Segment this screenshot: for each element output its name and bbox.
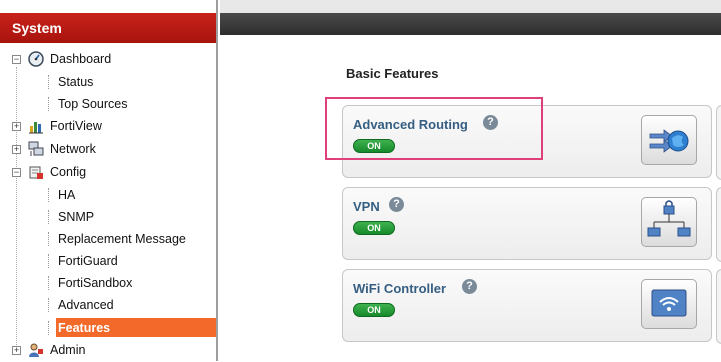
sidebar-item-label: FortiGuard (58, 254, 118, 268)
feature-toggle[interactable]: ON (353, 303, 395, 317)
help-icon[interactable]: ? (462, 279, 477, 294)
tree-connector (48, 276, 51, 290)
next-card-edge (716, 269, 721, 344)
sidebar-item-label: Status (58, 75, 94, 89)
tree-connector (48, 232, 51, 246)
top-strip (220, 0, 721, 13)
sidebar-item-label: Dashboard (50, 52, 112, 66)
sidebar-item-label: SNMP (58, 210, 95, 224)
expand-icon[interactable]: + (12, 122, 21, 131)
network-icon (28, 141, 44, 156)
sidebar-item-admin[interactable]: + Admin (0, 340, 216, 362)
feature-name: VPN (353, 199, 380, 214)
sidebar-item-fortisandbox[interactable]: FortiSandbox (0, 273, 216, 295)
help-icon[interactable]: ? (389, 197, 404, 212)
sidebar-item-fortiguard[interactable]: FortiGuard (0, 251, 216, 273)
annotation-highlight-box (325, 97, 543, 160)
toolbar-band (220, 13, 721, 35)
next-card-edge (716, 105, 721, 180)
sidebar-item-snmp[interactable]: SNMP (0, 207, 216, 229)
routing-icon (641, 115, 697, 165)
fortiview-icon (29, 122, 43, 134)
tree-connector (48, 75, 51, 89)
sidebar-item-replacement-message[interactable]: Replacement Message (0, 229, 216, 251)
tree-connector (48, 188, 51, 202)
sidebar-item-top-sources[interactable]: Top Sources (0, 94, 216, 116)
collapse-icon[interactable]: − (12, 168, 21, 177)
admin-icon (29, 343, 43, 357)
sidebar-item-advanced[interactable]: Advanced (0, 295, 216, 317)
feature-card-wifi-controller: WiFi Controller ? ON (342, 269, 712, 342)
sidebar-item-config[interactable]: − Config (0, 162, 216, 184)
tree-connector (48, 97, 51, 111)
sidebar-item-label: Network (50, 142, 96, 156)
sidebar-item-ha[interactable]: HA (0, 185, 216, 207)
sidebar: System − Dashboard Status Top Sources + … (0, 0, 218, 361)
sidebar-header[interactable]: System (0, 13, 216, 43)
config-icon (29, 166, 43, 179)
feature-name: WiFi Controller (353, 281, 447, 296)
sidebar-item-dashboard[interactable]: − Dashboard (0, 49, 216, 71)
sidebar-item-status[interactable]: Status (0, 72, 216, 94)
feature-toggle[interactable]: ON (353, 221, 395, 235)
sidebar-item-label: HA (58, 188, 76, 202)
sidebar-item-label: Top Sources (58, 97, 128, 111)
sidebar-item-label: FortiView (50, 119, 102, 133)
sidebar-item-fortiview[interactable]: + FortiView (0, 116, 216, 138)
tree-connector (48, 210, 51, 224)
sidebar-item-label: Features (58, 321, 111, 335)
collapse-icon[interactable]: − (12, 55, 21, 64)
dashboard-icon (28, 51, 44, 67)
sidebar-item-network[interactable]: + Network (0, 139, 216, 161)
sidebar-item-features[interactable]: Features (0, 318, 216, 340)
expand-icon[interactable]: + (12, 346, 21, 355)
vpn-icon (641, 197, 697, 247)
sidebar-item-label: Replacement Message (58, 232, 186, 246)
sidebar-item-label: Advanced (58, 298, 114, 312)
sidebar-item-label: Admin (50, 343, 86, 357)
wifi-icon (641, 279, 697, 329)
page-title: Basic Features (346, 66, 439, 81)
tree-connector (48, 298, 51, 312)
sidebar-item-label: Config (50, 165, 87, 179)
next-card-edge (716, 187, 721, 262)
sidebar-item-label: FortiSandbox (58, 276, 133, 290)
tree-connector (48, 321, 51, 335)
feature-card-vpn: VPN ? ON (342, 187, 712, 260)
expand-icon[interactable]: + (12, 145, 21, 154)
tree-connector (48, 254, 51, 268)
